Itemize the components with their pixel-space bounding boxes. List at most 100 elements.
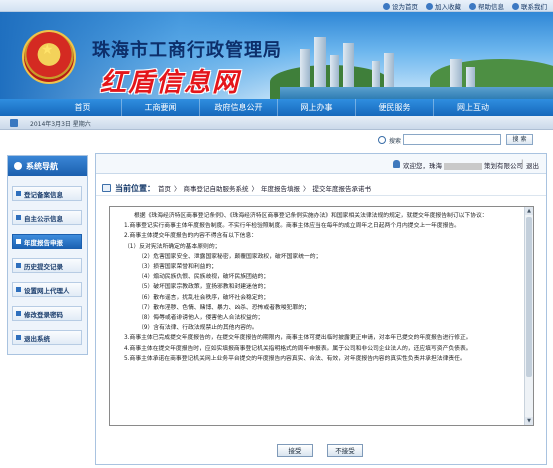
current-date: 2014年3月3日 星期六 — [30, 121, 91, 128]
bullet-square-icon — [16, 215, 21, 220]
breadcrumb-item-2[interactable]: 年度报告填报 — [261, 183, 300, 193]
nav-icon — [14, 162, 22, 170]
nav-item-5[interactable]: 网上互动 — [434, 99, 512, 116]
city-skyline-image — [270, 37, 553, 99]
notice-line: 4.商事主体在提交年度报告时，应如实填报商事登记机关指明格式的周年申报表。属于公… — [124, 345, 472, 352]
logout-link[interactable]: 退出 — [526, 160, 539, 170]
breadcrumb-item-0[interactable]: 首页 — [158, 183, 171, 193]
sidebar-item-3[interactable]: 历史提交记录 — [12, 258, 82, 273]
notice-text: 根据《珠海经济特区商事登记条例》、《珠海经济特区商事登记条例实施办法》和国家相关… — [110, 207, 525, 425]
redacted-name — [444, 162, 482, 170]
nav-item-4[interactable]: 便民服务 — [356, 99, 434, 116]
sidebar-item-label: 登记备案信息 — [24, 190, 63, 199]
bureau-title: 珠海市工商行政管理局 — [92, 40, 282, 61]
notice-line: 2.商事主体提交年度报告的内容不得含有以下信息： — [124, 233, 258, 240]
home-icon — [383, 2, 390, 10]
main-panel: 欢迎您，珠海 策划有限公司 | 退出 当前位置： 首页〉商事登记自助服务系统〉年度… — [95, 153, 547, 465]
notice-line: （4）煽动民族仇恨、民族歧视，破坏民族团结的； — [138, 274, 270, 281]
notice-line: （3）损害国家荣誉和利益的； — [138, 264, 218, 271]
sidebar-header: 系统导航 — [8, 156, 87, 176]
breadcrumb-row: 当前位置： 首页〉商事登记自助服务系统〉年度报告填报〉提交年度报告承诺书 — [96, 182, 546, 196]
sidebar-title: 系统导航 — [26, 161, 58, 171]
sidebar-item-label: 历史提交记录 — [24, 262, 63, 271]
nav-item-3[interactable]: 网上办事 — [278, 99, 356, 116]
sidebar-item-0[interactable]: 登记备案信息 — [12, 186, 82, 201]
emblem-star-icon: ★ — [41, 42, 54, 58]
contact-icon — [512, 2, 519, 10]
user-icon — [393, 160, 400, 168]
search-bar: 搜索 搜 索 — [0, 131, 553, 147]
help-icon — [469, 2, 476, 10]
sidebar-item-label: 设置网上代理人 — [24, 286, 70, 295]
scroll-down-arrow-icon[interactable]: ▼ — [525, 417, 533, 425]
notice-line: 3.商事主体已完成提交年度报告的，在提交年度报告的期限内，商事主体可提出临时披露… — [124, 335, 472, 342]
calendar-icon — [10, 119, 18, 127]
bullet-square-icon — [16, 335, 21, 340]
notice-line: （9）含有法律、行政法规禁止的其他内容的。 — [138, 325, 258, 332]
welcome-separator: | — [521, 159, 524, 167]
sidebar-item-5[interactable]: 修改登录密码 — [12, 306, 82, 321]
search-button[interactable]: 搜 索 — [506, 134, 533, 145]
top-link-0[interactable]: 设为首页 — [383, 1, 418, 11]
top-link-1[interactable]: 加入收藏 — [426, 1, 461, 11]
sidebar-item-6[interactable]: 退出系统 — [12, 330, 82, 345]
bullet-square-icon — [16, 191, 21, 196]
top-link-label: 设为首页 — [392, 3, 418, 11]
breadcrumb-item-1[interactable]: 商事登记自助服务系统 — [184, 183, 249, 193]
notice-line: 1.商事登记实行商事主体年度报告制度。不实行年检验照制度。商事主体应当在每年的成… — [124, 223, 460, 230]
search-icon — [378, 136, 386, 144]
commitment-notice: 根据《珠海经济特区商事登记条例》、《珠海经济特区商事登记条例实施办法》和国家相关… — [109, 206, 534, 426]
sidebar-item-label: 修改登录密码 — [24, 310, 63, 319]
notice-line: （5）破坏国家宗教政策，宣扬邪教和封建迷信的； — [138, 284, 270, 291]
sidebar-item-label: 自主公示信息 — [24, 214, 63, 223]
nav-item-1[interactable]: 工商要闻 — [122, 99, 200, 116]
bullet-square-icon — [16, 311, 21, 316]
sidebar-item-4[interactable]: 设置网上代理人 — [12, 282, 82, 297]
nav-item-0[interactable]: 首页 — [44, 99, 122, 116]
top-link-label: 加入收藏 — [435, 3, 461, 11]
site-title: 红盾信息网 — [100, 68, 241, 98]
notice-line: （7）散布淫秽、色情、赌博、暴力、凶杀、恐怖或者教唆犯罪的； — [138, 304, 310, 311]
decline-button[interactable]: 不接受 — [327, 444, 363, 457]
breadcrumb-label: 当前位置： — [115, 184, 155, 193]
notice-line: 5.商事主体承诺在商事登记机关网上业务平台提交的年度报告内容真实、合法、有效，对… — [124, 355, 466, 362]
notice-line: （2）危害国家安全、泄露国家秘密，颠覆国家政权，破坏国家统一的； — [138, 253, 322, 260]
scroll-up-arrow-icon[interactable]: ▲ — [525, 207, 533, 215]
breadcrumb-separator: 〉 — [251, 185, 259, 193]
date-bar: 2014年3月3日 星期六 — [0, 116, 553, 130]
bullet-square-icon — [16, 287, 21, 292]
site-banner: ★ 珠海市工商行政管理局 红盾信息网 — [0, 12, 553, 99]
location-icon — [102, 184, 111, 192]
breadcrumb-separator: 〉 — [174, 185, 181, 193]
scroll-thumb[interactable] — [526, 217, 532, 377]
bullet-square-icon — [16, 239, 21, 244]
sidebar-item-label: 年度报告申报 — [24, 238, 63, 247]
top-links: 设为首页 加入收藏 帮助信息 联系我们 — [383, 1, 547, 11]
search-input[interactable] — [403, 134, 501, 145]
nav-item-2[interactable]: 政府信息公开 — [200, 99, 278, 116]
top-utility-bar: 设为首页 加入收藏 帮助信息 联系我们 — [0, 0, 553, 12]
top-link-3[interactable]: 联系我们 — [512, 1, 547, 11]
sidebar-item-2[interactable]: 年度报告申报 — [12, 234, 82, 249]
welcome-row: 欢迎您，珠海 策划有限公司 | 退出 — [96, 154, 546, 174]
welcome-prefix: 欢迎您，珠海 — [403, 162, 442, 170]
notice-line: （6）散布谣言，扰乱社会秩序，破坏社会稳定的； — [138, 294, 270, 301]
top-link-2[interactable]: 帮助信息 — [469, 1, 504, 11]
sidebar: 系统导航 登记备案信息 自主公示信息 年度报告申报 历史提交记录 设置网上代理人 修改登录… — [7, 155, 88, 355]
breadcrumb-separator: 〉 — [303, 185, 310, 193]
search-label: 搜索 — [389, 138, 402, 145]
breadcrumb: 当前位置： 首页〉商事登记自助服务系统〉年度报告填报〉提交年度报告承诺书 — [115, 183, 371, 194]
sidebar-item-1[interactable]: 自主公示信息 — [12, 210, 82, 225]
notice-line: 根据《珠海经济特区商事登记条例》、《珠海经济特区商事登记条例实施办法》和国家相关… — [134, 213, 488, 219]
welcome-suffix: 策划有限公司 — [484, 162, 523, 170]
breadcrumb-item-3: 提交年度报告承诺书 — [312, 185, 372, 193]
accept-button[interactable]: 接受 — [277, 444, 313, 457]
bullet-square-icon — [16, 263, 21, 268]
notice-line: （8）侮辱或者诽谤他人，侵害他人合法权益的； — [138, 315, 264, 322]
top-link-label: 帮助信息 — [478, 3, 504, 11]
main-nav: 首页 工商要闻 政府信息公开 网上办事 便民服务 网上互动 — [0, 99, 553, 116]
top-link-label: 联系我们 — [521, 3, 547, 11]
sidebar-item-label: 退出系统 — [24, 334, 50, 343]
notice-scrollbar[interactable]: ▲ ▼ — [524, 207, 533, 425]
welcome-text: 欢迎您，珠海 策划有限公司 — [403, 160, 523, 170]
